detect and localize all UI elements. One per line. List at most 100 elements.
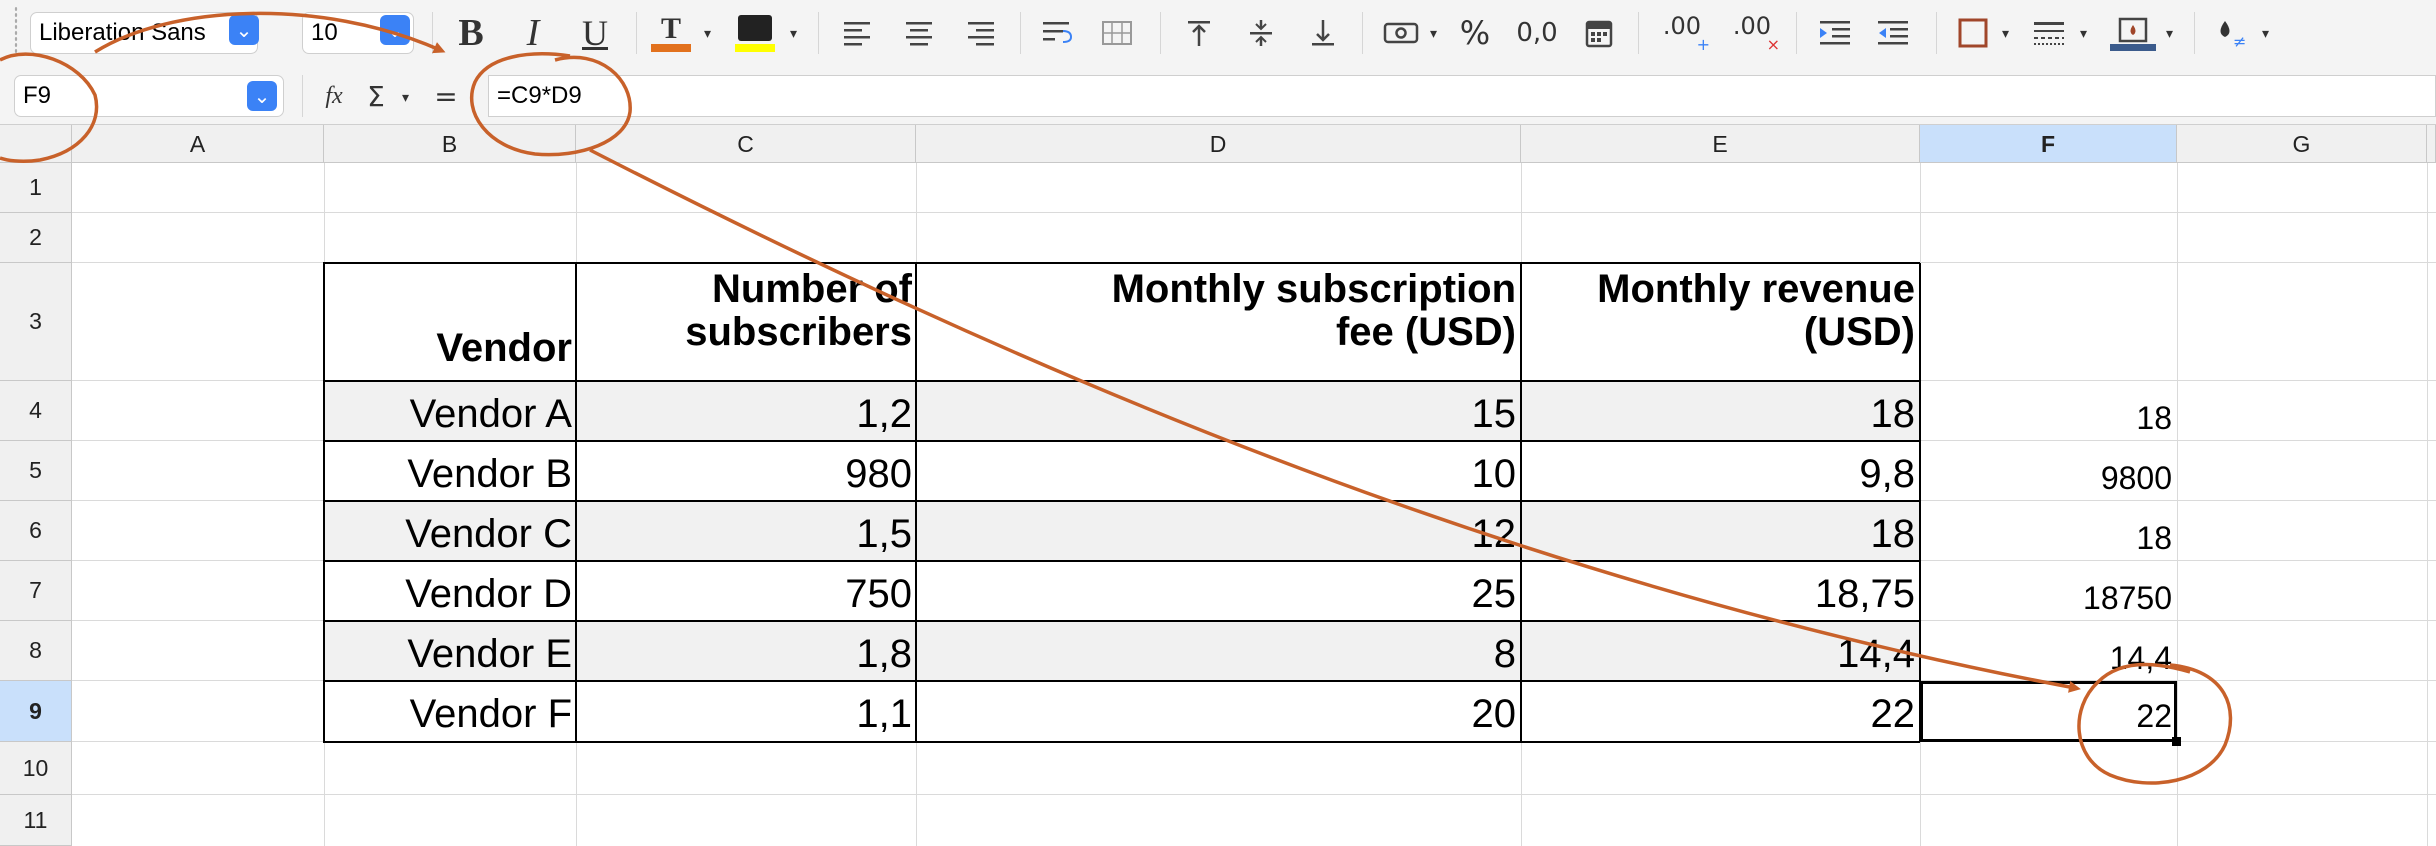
row-header-5[interactable]: 5	[0, 441, 72, 501]
cell-d7[interactable]: 25	[918, 574, 1517, 614]
cell-d5[interactable]: 10	[918, 454, 1517, 494]
border-color-dropdown-icon[interactable]: ▾	[2166, 26, 2173, 42]
font-name-dropdown-icon[interactable]: ⌄	[229, 15, 259, 45]
row-header-8[interactable]: 8	[0, 621, 72, 681]
currency-format-button[interactable]	[1378, 10, 1424, 56]
formula-input[interactable]: =C9*D9	[488, 75, 2436, 117]
column-header-f[interactable]: F	[1920, 125, 2177, 163]
conditional-format-button[interactable]: ≠	[2208, 10, 2254, 56]
cell-f5[interactable]: 9800	[1922, 460, 2172, 496]
cell-b6[interactable]: Vendor C	[326, 514, 572, 554]
row-header-4[interactable]: 4	[0, 381, 72, 441]
row-header-2[interactable]: 2	[0, 213, 72, 263]
name-box-dropdown-icon[interactable]: ⌄	[247, 81, 277, 111]
date-format-button[interactable]	[1576, 10, 1622, 56]
cell-e3[interactable]: Monthly revenue (USD)	[1523, 268, 1915, 354]
cell-c9[interactable]: 1,1	[578, 694, 912, 734]
align-right-button[interactable]	[958, 10, 1004, 56]
borders-dropdown-icon[interactable]: ▾	[2002, 26, 2009, 42]
sum-button[interactable]: Σ	[356, 77, 396, 115]
highlight-color-button[interactable]	[732, 10, 778, 56]
font-size-dropdown-icon[interactable]: ⌄	[380, 15, 410, 45]
cell-d8[interactable]: 8	[918, 634, 1516, 674]
align-bottom-button[interactable]	[1300, 10, 1346, 56]
border-style-dropdown-icon[interactable]: ▾	[2080, 26, 2087, 42]
cell-e4[interactable]: 18	[1523, 394, 1916, 434]
border-color-button[interactable]	[2108, 10, 2158, 56]
align-left-button[interactable]	[834, 10, 880, 56]
column-header-c[interactable]: C	[576, 125, 916, 163]
toolbar-grip[interactable]	[14, 6, 18, 56]
column-header-g[interactable]: G	[2177, 125, 2427, 163]
row-header-10[interactable]: 10	[0, 742, 72, 795]
sum-dropdown-icon[interactable]: ▾	[402, 90, 409, 106]
remove-decimal-button[interactable]: .00 ×	[1724, 10, 1780, 56]
cell-c4[interactable]: 1,2	[578, 394, 912, 434]
italic-button[interactable]: I	[510, 10, 556, 56]
borders-button[interactable]	[1950, 10, 1996, 56]
cell-f4[interactable]: 18	[1922, 400, 2172, 436]
cell-e9[interactable]: 22	[1523, 694, 1916, 734]
cell-d4[interactable]: 15	[918, 394, 1517, 434]
cell-b8[interactable]: Vendor E	[326, 634, 572, 674]
align-top-button[interactable]	[1176, 10, 1222, 56]
font-name-box[interactable]: Liberation Sans	[30, 12, 258, 54]
align-center-button[interactable]	[896, 10, 942, 56]
row-header-7[interactable]: 7	[0, 561, 72, 621]
underline-button[interactable]: U	[572, 10, 618, 56]
row-header-9[interactable]: 9	[0, 681, 72, 742]
merge-cells-button[interactable]	[1094, 10, 1140, 56]
select-all-corner[interactable]	[0, 125, 72, 163]
highlight-color-dropdown-icon[interactable]: ▾	[790, 26, 797, 42]
cell-b7[interactable]: Vendor D	[326, 574, 572, 614]
cell-c5[interactable]: 980	[578, 454, 912, 494]
formula-button[interactable]: =	[428, 77, 464, 115]
fee-value: 8	[1493, 632, 1516, 676]
cell-e5[interactable]: 9,8	[1523, 454, 1915, 494]
cell-f7[interactable]: 18750	[1922, 580, 2172, 616]
column-header-a[interactable]: A	[72, 125, 324, 163]
function-wizard-button[interactable]: fx	[316, 77, 352, 115]
cell-c6[interactable]: 1,5	[578, 514, 912, 554]
row-header-3[interactable]: 3	[0, 263, 72, 381]
cell-c8[interactable]: 1,8	[578, 634, 912, 674]
name-box[interactable]: F9	[14, 75, 284, 117]
currency-dropdown-icon[interactable]: ▾	[1430, 26, 1437, 42]
cell-c3[interactable]: Number of subscribers	[578, 268, 912, 354]
wrap-text-button[interactable]	[1034, 10, 1080, 56]
cell-d9[interactable]: 20	[918, 694, 1517, 734]
cell-b9[interactable]: Vendor F	[326, 694, 572, 734]
increase-indent-button[interactable]	[1810, 10, 1860, 56]
row-header-1[interactable]: 1	[0, 163, 72, 213]
cell-b4[interactable]: Vendor A	[326, 394, 572, 434]
row-header-11[interactable]: 11	[0, 795, 72, 846]
cell-f8[interactable]: 14,4	[1922, 640, 2172, 676]
column-header-b[interactable]: B	[324, 125, 576, 163]
font-color-dropdown-icon[interactable]: ▾	[704, 26, 711, 42]
conditional-format-dropdown-icon[interactable]: ▾	[2262, 26, 2269, 42]
number-format-button[interactable]: 0,0	[1512, 10, 1562, 56]
vendor-name: Vendor E	[407, 632, 572, 676]
font-color-button[interactable]: T	[648, 10, 694, 56]
cell-e6[interactable]: 18	[1523, 514, 1916, 554]
column-header-d[interactable]: D	[916, 125, 1521, 163]
bold-button[interactable]: B	[448, 10, 494, 56]
decrease-indent-button[interactable]	[1868, 10, 1918, 56]
add-decimal-button[interactable]: .00 +	[1654, 10, 1710, 56]
border-color-icon	[2118, 17, 2148, 42]
column-header-h[interactable]	[2427, 125, 2436, 163]
cell-d6[interactable]: 12	[918, 514, 1517, 554]
cell-f6[interactable]: 18	[1922, 520, 2172, 556]
autofill-handle[interactable]	[2172, 737, 2181, 746]
row-header-6[interactable]: 6	[0, 501, 72, 561]
cell-e8[interactable]: 14,4	[1523, 634, 1915, 674]
cell-e7[interactable]: 18,75	[1523, 574, 1915, 614]
cell-d3[interactable]: Monthly subscription fee (USD)	[918, 268, 1516, 354]
percent-format-button[interactable]: %	[1452, 10, 1498, 56]
cell-c7[interactable]: 750	[578, 574, 912, 614]
align-middle-button[interactable]	[1238, 10, 1284, 56]
cell-b5[interactable]: Vendor B	[326, 454, 572, 494]
border-style-button[interactable]	[2026, 10, 2072, 56]
column-header-e[interactable]: E	[1521, 125, 1920, 163]
cell-b3[interactable]: Vendor	[326, 327, 572, 370]
